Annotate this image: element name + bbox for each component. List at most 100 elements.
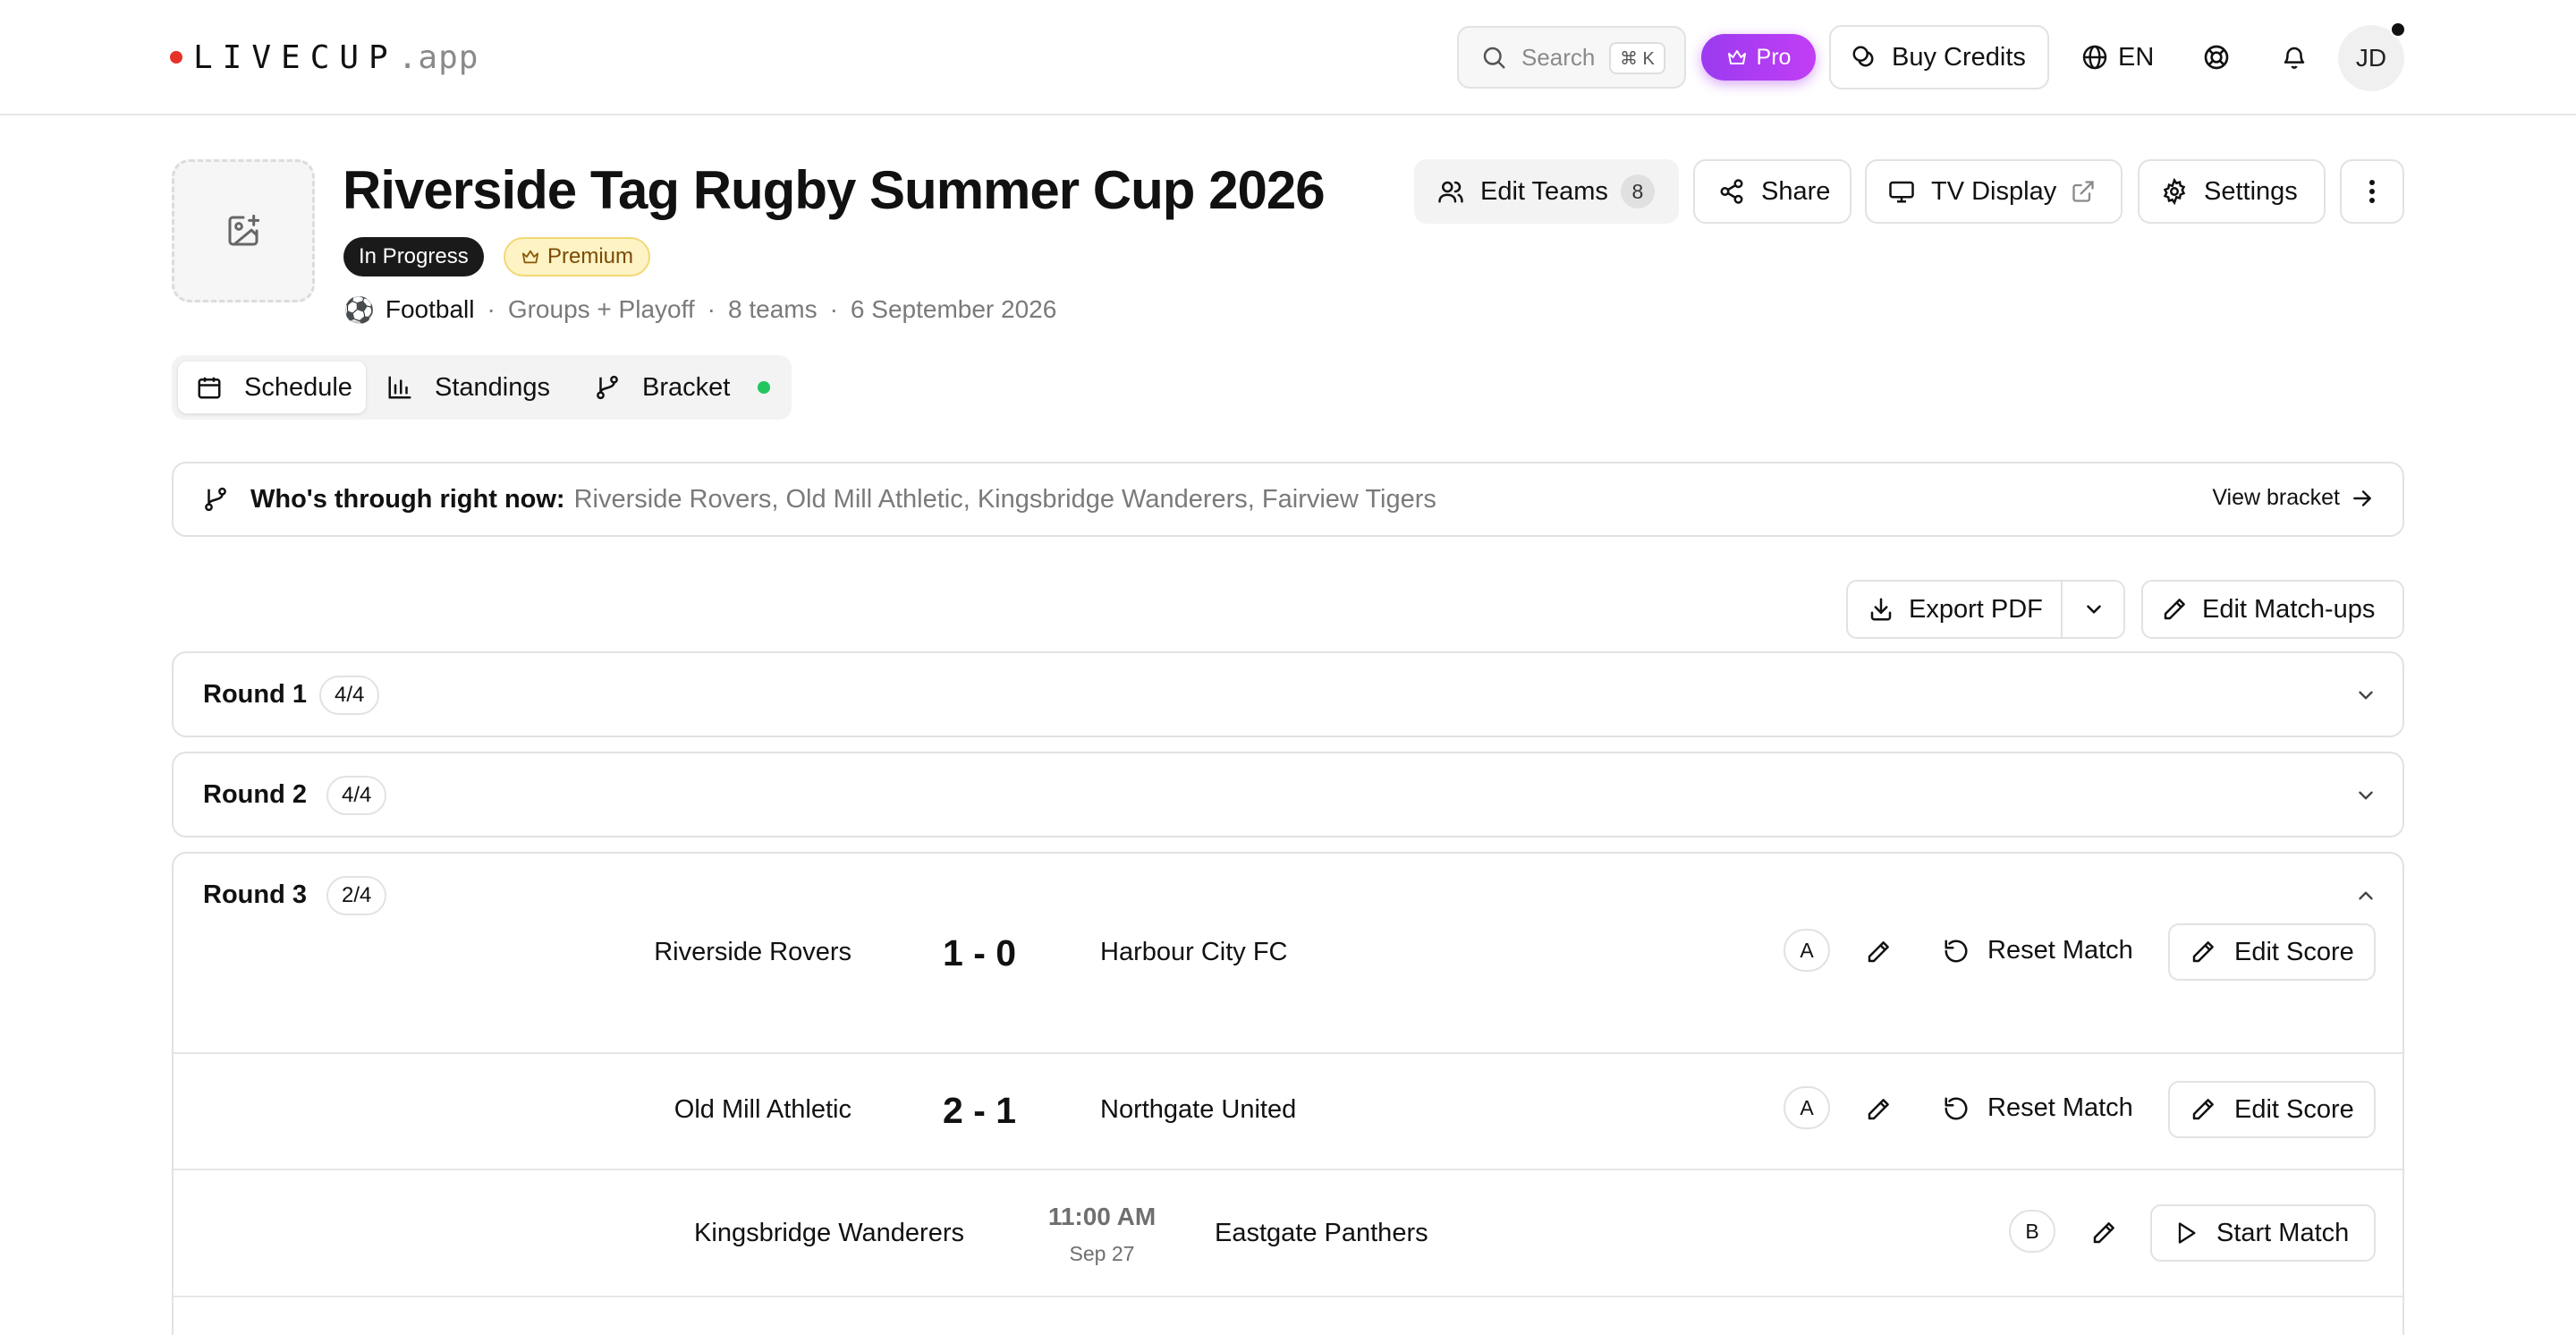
edit-match-button[interactable] [1860,934,1896,970]
download-icon [1868,596,1894,623]
start-match-label: Start Match [2216,1218,2350,1247]
pencil-icon [2093,1222,2114,1244]
tab-bracket[interactable]: Bracket [594,361,730,413]
sport-label: Football [385,295,475,323]
settings-button[interactable]: Settings [2138,159,2326,224]
tournament-image-upload[interactable] [172,159,315,302]
notifications-button[interactable] [2276,39,2312,75]
external-link-icon [2071,179,2096,204]
edit-match-button[interactable] [2086,1215,2122,1251]
match-score: 2 - 1 [943,1090,1017,1131]
premium-badge: Premium [504,237,651,276]
pencil-icon [2192,1099,2214,1120]
edit-match-button[interactable] [1860,1092,1896,1127]
buy-credits-button[interactable]: Buy Credits [1829,25,2049,89]
pro-label: Pro [1756,44,1792,70]
round-title: Round 1 [203,680,307,709]
share-button[interactable]: Share [1693,159,1852,224]
tab-schedule[interactable]: Schedule [178,361,366,413]
tab-bracket-label: Bracket [642,372,731,402]
soccer-ball-icon: ⚽ [343,295,375,324]
edit-teams-button[interactable]: Edit Teams 8 [1414,159,1679,224]
view-bracket-label: View bracket [2212,485,2340,510]
round-1-header[interactable]: Round 1 4/4 [172,651,2404,737]
play-icon [2178,1222,2196,1244]
bar-chart-icon [386,374,413,401]
language-selector[interactable]: EN [2080,39,2154,75]
reset-match-label: Reset Match [1987,936,2133,965]
crown-icon [521,248,540,266]
reset-match-button[interactable]: Reset Match [1943,1093,2133,1123]
away-team: Harbour City FC [1100,938,1288,966]
qualified-teams-list: Riverside Rovers, Old Mill Athletic, Kin… [573,484,1436,514]
view-tabs: Schedule Standings Bracket [172,355,792,420]
tab-standings-label: Standings [435,372,550,402]
edit-score-label: Edit Score [2234,1094,2354,1124]
format-label: Groups + Playoff [507,295,695,323]
rotate-ccw-icon [1945,940,1968,962]
away-team: Eastgate Panthers [1215,1219,1428,1247]
home-team: Old Mill Athletic [674,1095,852,1124]
logo-suffix: .app [397,38,479,76]
export-options-dropdown[interactable] [2063,582,2125,637]
meta-separator: · [487,295,496,323]
pencil-icon [1868,941,1889,963]
tv-display-button[interactable]: TV Display [1865,159,2123,224]
edit-score-button[interactable]: Edit Score [2168,1081,2376,1138]
lifebuoy-icon [2202,43,2231,72]
app-logo[interactable]: LIVECUP .app [170,36,479,79]
edit-matchups-button[interactable]: Edit Match-ups [2141,580,2404,639]
chevron-down-icon [2087,605,2101,614]
qualified-label: Who's through right now: [250,484,565,514]
search-icon [1480,44,1507,71]
logo-dot [170,51,182,64]
home-team: Kingsbridge Wanderers [694,1219,964,1247]
edit-score-button[interactable]: Edit Score [2168,923,2376,981]
logo-text: LIVECUP [193,38,398,76]
share-icon [1718,178,1745,205]
reset-match-label: Reset Match [1987,1093,2133,1122]
qualified-teams-banner: Who's through right now: Riverside Rover… [172,462,2404,537]
meta-separator: · [829,295,838,323]
rotate-ccw-icon [1945,1097,1968,1119]
settings-label: Settings [2204,176,2298,206]
round-title: Round 2 [203,780,307,809]
group-badge: A [1784,929,1830,972]
avatar-status-dot [2390,21,2406,38]
edit-matchups-label: Edit Match-ups [2202,594,2376,624]
globe-icon [2080,43,2109,72]
match-row: Old Mill Athletic 2 - 1 Northgate United… [174,1052,2402,1169]
start-match-button[interactable]: Start Match [2150,1204,2376,1262]
reset-match-button[interactable]: Reset Match [1943,936,2133,965]
round-progress-badge: 4/4 [326,776,387,815]
crown-icon [1726,47,1748,67]
view-bracket-link[interactable]: View bracket [2212,485,2374,511]
premium-label: Premium [547,244,634,268]
export-pdf-label: Export PDF [1909,594,2043,624]
round-2-header[interactable]: Round 2 4/4 [172,752,2404,838]
edit-teams-label: Edit Teams [1480,176,1608,206]
bell-icon [2281,44,2308,71]
group-badge: B [2009,1210,2055,1253]
tab-schedule-label: Schedule [244,372,352,402]
home-team: Riverside Rovers [654,938,852,966]
help-button[interactable] [2199,39,2234,75]
calendar-icon [196,374,223,401]
pro-badge-button[interactable]: Pro [1701,34,1816,81]
export-pdf-button[interactable]: Export PDF [1848,582,2043,637]
match-row [174,1296,2402,1335]
more-options-button[interactable] [2340,159,2404,224]
match-row: Kingsbridge Wanderers 11:00 AM Sep 27 Ea… [174,1169,2402,1296]
pencil-icon [2192,941,2214,963]
search-box[interactable]: Search ⌘ K [1457,26,1686,89]
pencil-icon [1868,1099,1889,1120]
tournament-meta: ⚽ Football · Groups + Playoff · 8 teams … [343,292,1056,327]
round-progress-badge: 2/4 [326,876,387,915]
round-title: Round 3 [203,880,307,909]
tournament-title: Riverside Tag Rugby Summer Cup 2026 [343,160,1326,220]
language-label: EN [2118,42,2155,72]
round-progress-badge: 4/4 [319,676,380,715]
tab-standings[interactable]: Standings [386,361,550,413]
monitor-icon [1888,178,1915,205]
search-placeholder: Search [1521,43,1596,71]
